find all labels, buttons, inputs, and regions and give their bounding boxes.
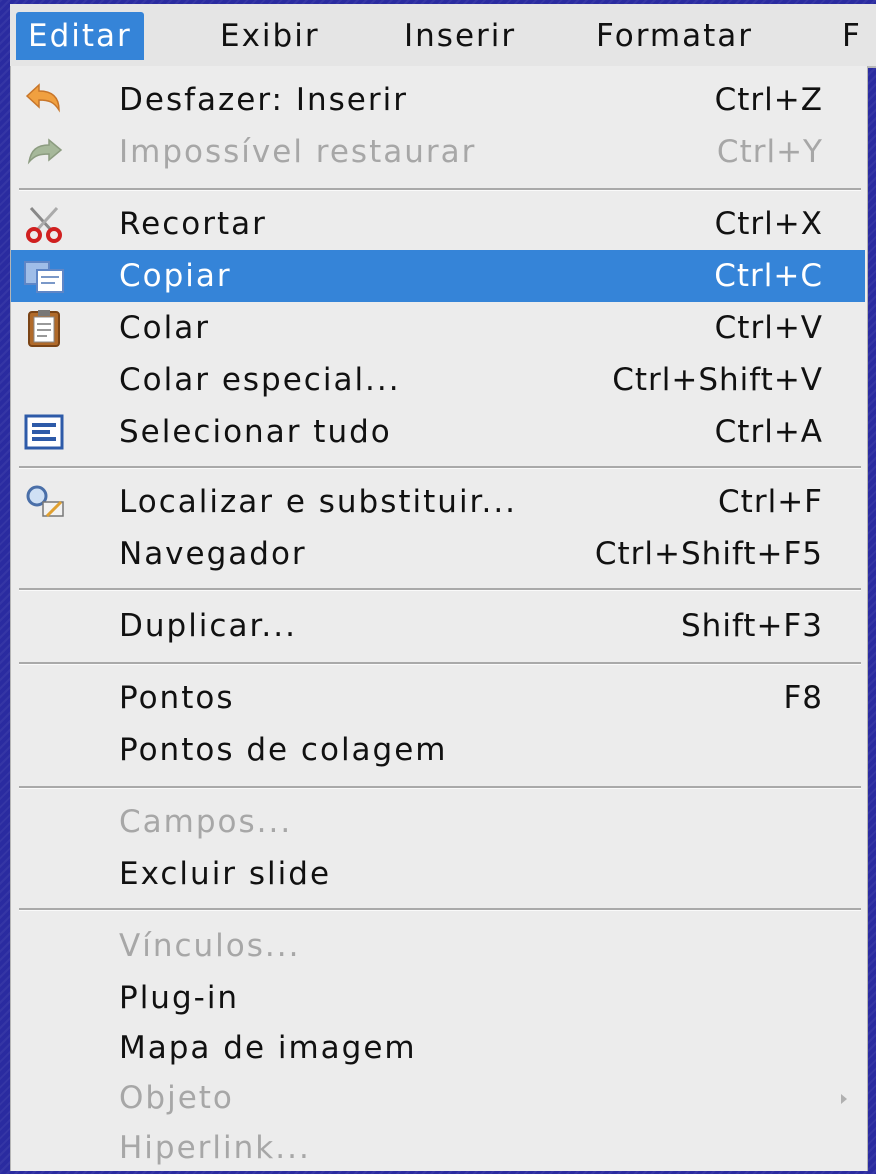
scissors-icon bbox=[23, 204, 65, 244]
menu-item-shortcut: Ctrl+F bbox=[718, 484, 823, 520]
menu-next-truncated[interactable]: F bbox=[830, 12, 874, 60]
menu-item-shortcut: Ctrl+A bbox=[714, 414, 823, 450]
menu-item-shortcut: Ctrl+C bbox=[714, 258, 823, 294]
menu-separator bbox=[19, 188, 861, 191]
menu-item-links: Vínculos... bbox=[11, 920, 865, 972]
select-all-icon bbox=[23, 412, 65, 452]
menu-item-paste[interactable]: Colar Ctrl+V bbox=[11, 302, 865, 354]
menu-item-find-replace[interactable]: Localizar e substituir... Ctrl+F bbox=[11, 476, 865, 528]
menu-item-shortcut: F8 bbox=[783, 680, 823, 716]
menu-item-hyperlink: Hiperlink... bbox=[11, 1122, 865, 1174]
menu-item-glue-points[interactable]: Pontos de colagem bbox=[11, 724, 865, 776]
menu-exibir[interactable]: Exibir bbox=[208, 12, 332, 60]
submenu-arrow-icon bbox=[841, 1094, 847, 1104]
menu-item-duplicate[interactable]: Duplicar... Shift+F3 bbox=[11, 600, 865, 652]
menu-item-label: Duplicar... bbox=[119, 608, 297, 644]
menu-item-shortcut: Ctrl+X bbox=[714, 206, 823, 242]
menu-item-label: Navegador bbox=[119, 536, 307, 572]
menu-bar: Editar Exibir Inserir Formatar F bbox=[10, 4, 876, 68]
menu-item-shortcut: Shift+F3 bbox=[681, 608, 823, 644]
menu-item-shortcut: Ctrl+Shift+F5 bbox=[594, 536, 823, 572]
menu-item-label: Copiar bbox=[119, 258, 232, 294]
undo-icon bbox=[23, 80, 65, 120]
menu-separator bbox=[19, 466, 861, 469]
menu-item-shortcut: Ctrl+Z bbox=[714, 82, 823, 118]
menu-item-label: Hiperlink... bbox=[119, 1130, 311, 1166]
menu-item-label: Recortar bbox=[119, 206, 267, 242]
menu-item-label: Objeto bbox=[119, 1080, 234, 1116]
menu-item-cut[interactable]: Recortar Ctrl+X bbox=[11, 198, 865, 250]
menu-item-label: Excluir slide bbox=[119, 856, 332, 892]
menu-item-label: Mapa de imagem bbox=[119, 1030, 417, 1066]
menu-item-label: Selecionar tudo bbox=[119, 414, 392, 450]
menu-item-paste-special[interactable]: Colar especial... Ctrl+Shift+V bbox=[11, 354, 865, 406]
menu-item-label: Vínculos... bbox=[119, 928, 301, 964]
menu-item-delete-slide[interactable]: Excluir slide bbox=[11, 848, 865, 900]
menu-item-fields: Campos... bbox=[11, 796, 865, 848]
menu-item-plugin[interactable]: Plug-in bbox=[11, 972, 865, 1024]
edit-dropdown-menu: Desfazer: Inserir Ctrl+Z Impossível rest… bbox=[10, 66, 868, 1171]
menu-formatar[interactable]: Formatar bbox=[584, 12, 765, 60]
menu-item-shortcut: Ctrl+V bbox=[714, 310, 823, 346]
menu-separator bbox=[19, 908, 861, 911]
menu-item-label: Localizar e substituir... bbox=[119, 484, 518, 520]
find-replace-icon bbox=[23, 482, 65, 522]
menu-item-copy[interactable]: Copiar Ctrl+C bbox=[11, 250, 865, 302]
menu-separator bbox=[19, 588, 861, 591]
copy-icon bbox=[23, 256, 65, 296]
menu-editar[interactable]: Editar bbox=[16, 12, 144, 60]
menu-item-label: Colar bbox=[119, 310, 210, 346]
redo-icon bbox=[23, 132, 65, 172]
menu-item-label: Impossível restaurar bbox=[119, 134, 477, 170]
menu-item-select-all[interactable]: Selecionar tudo Ctrl+A bbox=[11, 406, 865, 458]
menu-item-navigator[interactable]: Navegador Ctrl+Shift+F5 bbox=[11, 528, 865, 580]
menu-item-label: Desfazer: Inserir bbox=[119, 82, 408, 118]
menu-separator bbox=[19, 662, 861, 665]
menu-item-label: Colar especial... bbox=[119, 362, 401, 398]
menu-inserir[interactable]: Inserir bbox=[392, 12, 528, 60]
menu-item-shortcut: Ctrl+Shift+V bbox=[612, 362, 823, 398]
menu-item-object: Objeto bbox=[11, 1072, 865, 1124]
menu-separator bbox=[19, 786, 861, 789]
menu-item-undo[interactable]: Desfazer: Inserir Ctrl+Z bbox=[11, 74, 865, 126]
menu-item-image-map[interactable]: Mapa de imagem bbox=[11, 1022, 865, 1074]
menu-item-label: Plug-in bbox=[119, 980, 240, 1016]
clipboard-icon bbox=[23, 308, 65, 348]
menu-item-label: Pontos bbox=[119, 680, 235, 716]
menu-item-points[interactable]: Pontos F8 bbox=[11, 672, 865, 724]
menu-item-label: Campos... bbox=[119, 804, 293, 840]
menu-item-label: Pontos de colagem bbox=[119, 732, 448, 768]
menu-item-shortcut: Ctrl+Y bbox=[716, 134, 823, 170]
menu-item-redo: Impossível restaurar Ctrl+Y bbox=[11, 126, 865, 178]
